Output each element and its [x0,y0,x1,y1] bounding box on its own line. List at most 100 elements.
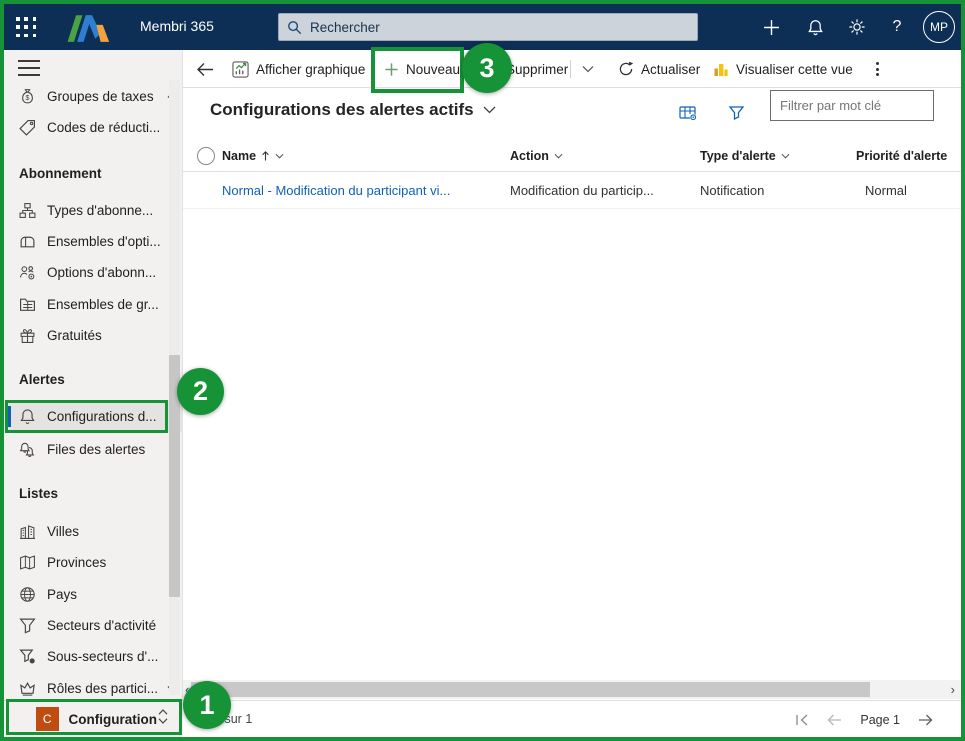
app-window: Membri 365 ? MP $ Groupes de taxes Codes… [0,0,965,741]
sidebar-scrollbar-thumb[interactable] [169,355,180,597]
switcher-arrows-icon [157,708,169,730]
notifications-button[interactable] [795,4,835,50]
view-header: Configurations des alertes actifs [183,93,961,131]
sidebar-item-villes[interactable]: Villes [4,516,183,547]
chart-icon [232,61,249,78]
app-logo [60,11,122,48]
sidebar-item-codes-de-reduction[interactable]: Codes de réducti... [4,112,183,143]
sidebar-item-provinces[interactable]: Provinces [4,547,183,578]
filter-button[interactable] [723,101,749,125]
money-bag-icon: $ [19,88,36,105]
global-search[interactable] [278,13,698,41]
area-badge-letter: C [43,712,52,726]
org-chart-icon [19,202,36,219]
command-divider [570,60,571,78]
sidebar-item-sous-secteurs[interactable]: Sous-secteurs d'... [4,641,183,672]
show-chart-button[interactable]: Afficher graphique [232,50,365,88]
column-label: Priorité d'alerte [856,149,947,163]
scroll-left-chevron-icon[interactable]: ‹ [185,682,189,697]
powerbi-icon [713,61,729,77]
bells-icon [19,441,36,458]
row-type-cell: Notification [700,172,764,209]
area-switcher[interactable]: C Configuration [4,700,183,737]
sort-asc-icon [261,150,270,162]
sidebar-item-label: Pays [47,587,77,602]
area-switcher-label: Configuration [69,712,157,727]
next-page-button[interactable] [918,714,933,726]
delete-button[interactable]: Supprimer [484,50,568,88]
help-icon[interactable]: ? [877,4,917,50]
refresh-button[interactable]: Actualiser [618,50,700,88]
keyword-filter[interactable] [770,90,934,121]
sidebar-item-label: Types d'abonne... [47,203,153,218]
sidebar-item-ensembles-de-groupes[interactable]: Ensembles de gr... [4,289,183,320]
sidebar-item-secteurs-activite[interactable]: Secteurs d'activité [4,610,183,641]
pagination: Page 1 [795,701,933,738]
avatar[interactable]: MP [923,11,955,43]
new-button[interactable]: Nouveau [384,50,460,88]
command-bar: Afficher graphique Nouveau Supprimer Act… [183,50,961,88]
keyword-filter-input[interactable] [780,98,924,113]
column-label: Name [222,149,256,163]
previous-page-button[interactable] [827,714,842,726]
column-header-name[interactable]: Name [222,140,284,172]
gift-icon [19,327,36,344]
settings-button[interactable] [837,4,877,50]
first-page-button[interactable] [795,714,809,726]
column-header-priorite-alerte[interactable]: Priorité d'alerte [856,140,947,172]
waffle-icon[interactable] [16,17,38,39]
hamburger-icon[interactable] [18,60,40,76]
sidebar-item-label: Rôles des partici... [47,681,158,696]
plus-icon [763,19,780,36]
chevron-down-icon [582,65,594,73]
horizontal-scrollbar[interactable]: ‹ › [183,680,961,699]
sidebar-item-gratuites[interactable]: Gratuités [4,320,183,351]
scroll-right-chevron-icon[interactable]: › [951,682,955,697]
sidebar-item-label: Sous-secteurs d'... [47,649,158,664]
sidebar-item-types-abonnement[interactable]: Types d'abonne... [4,195,183,226]
sidebar-item-label: Secteurs d'activité [47,618,156,633]
chevron-down-icon [554,153,563,159]
sidebar-item-options-abonnement[interactable]: Options d'abonn... [4,257,183,288]
main-content: Afficher graphique Nouveau Supprimer Act… [183,50,961,737]
sidebar-item-groupes-de-taxes[interactable]: $ Groupes de taxes [4,81,183,112]
edit-columns-button[interactable] [675,101,701,125]
sidebar-item-ensembles-options[interactable]: Ensembles d'opti... [4,226,183,257]
select-all-checkbox[interactable] [197,147,215,165]
quick-create-button[interactable] [751,4,791,50]
people-gear-icon [19,264,36,281]
horizontal-scrollbar-thumb[interactable] [191,682,870,697]
more-commands-button[interactable] [867,50,887,88]
sidebar-item-label: Ensembles d'opti... [47,234,161,249]
bell-icon [807,19,824,36]
status-bar: 1 - 1 sur 1 Page 1 [183,700,961,737]
refresh-icon [618,61,634,77]
chevron-down-icon [483,106,496,114]
new-plus-icon [384,62,399,77]
grid-header: Name Action Type d'alerte Priorité d'ale… [183,140,961,172]
sidebar-item-label: Gratuités [47,328,102,343]
edit-columns-icon [679,105,698,122]
visualize-view-button[interactable]: Visualiser cette vue [713,50,853,88]
row-priority-cell: Normal [865,172,907,209]
ellipsis-icon [876,62,879,76]
back-button[interactable] [196,50,214,88]
app-title: Membri 365 [140,18,214,34]
filter-icon [728,105,745,121]
sidebar-item-label: Options d'abonn... [47,265,156,280]
sidebar-item-pays[interactable]: Pays [4,579,183,610]
search-input[interactable] [310,20,689,35]
sitemap-sidebar: $ Groupes de taxes Codes de réducti... A… [4,50,183,737]
sidebar-section-abonnement: Abonnement [19,166,102,181]
sidebar-section-alertes: Alertes [19,372,65,387]
delete-overflow-chevron[interactable] [582,50,594,88]
sidebar-item-files-des-alertes[interactable]: Files des alertes [4,434,183,465]
row-action-cell: Modification du particip... [510,172,654,209]
row-name-link[interactable]: Normal - Modification du participant vi.… [222,172,450,209]
sidebar-item-label: Groupes de taxes [47,89,154,104]
sidebar-item-configurations-des-alertes[interactable]: Configurations d... [4,401,183,432]
table-row[interactable]: Normal - Modification du participant vi.… [183,172,961,209]
column-header-action[interactable]: Action [510,140,563,172]
column-header-type-alerte[interactable]: Type d'alerte [700,140,790,172]
view-selector[interactable]: Configurations des alertes actifs [210,100,496,120]
